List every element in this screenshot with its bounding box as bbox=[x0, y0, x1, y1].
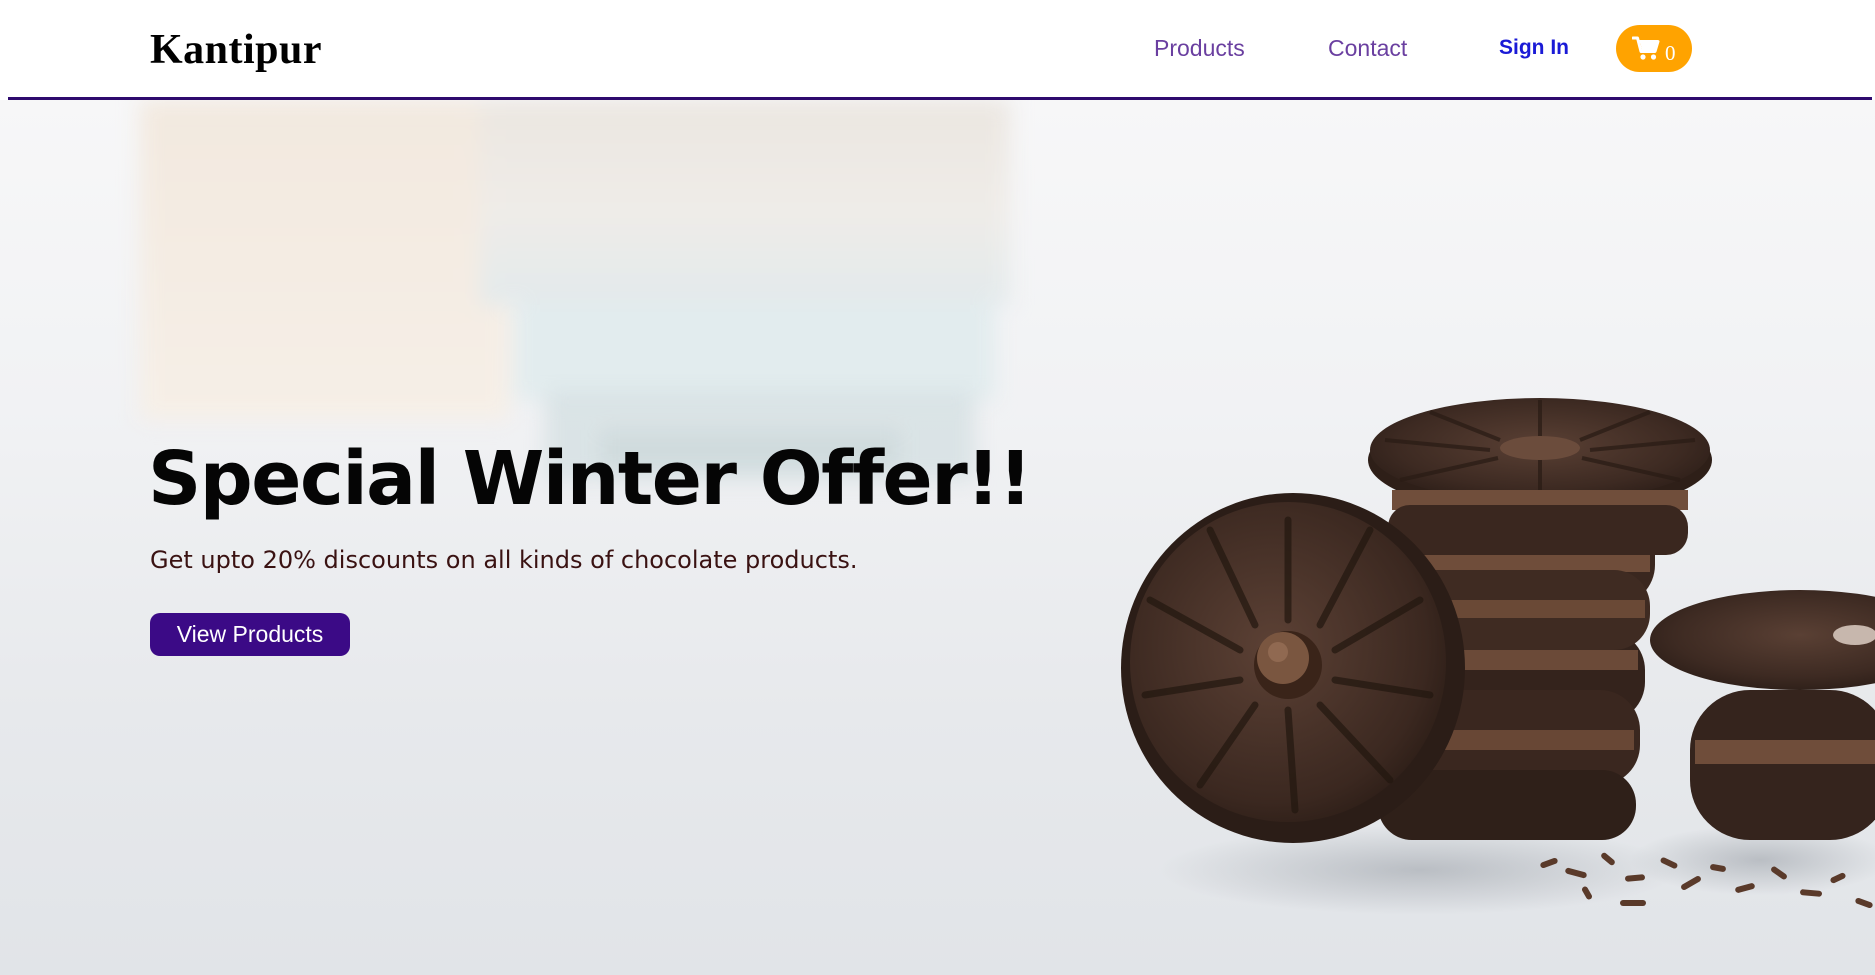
hero-banner: Special Winter Offer!! Get upto 20% disc… bbox=[0, 100, 1875, 975]
shopping-cart-icon bbox=[1632, 36, 1660, 60]
header-divider bbox=[8, 97, 1872, 100]
cart-button[interactable]: 0 bbox=[1616, 25, 1692, 72]
hero-subtitle: Get upto 20% discounts on all kinds of c… bbox=[150, 546, 858, 574]
chocolate-cookies-image bbox=[1121, 398, 1875, 915]
sign-in-link[interactable]: Sign In bbox=[1499, 36, 1569, 60]
nav-link-contact[interactable]: Contact bbox=[1328, 35, 1407, 62]
hero-title: Special Winter Offer!! bbox=[148, 436, 1032, 522]
view-products-button[interactable]: View Products bbox=[150, 613, 350, 656]
brand-logo[interactable]: Kantipur bbox=[150, 26, 322, 74]
cart-count-badge: 0 bbox=[1665, 41, 1676, 65]
site-header: Kantipur Products Contact Sign In 0 bbox=[0, 0, 1875, 98]
nav-link-products[interactable]: Products bbox=[1154, 35, 1245, 62]
